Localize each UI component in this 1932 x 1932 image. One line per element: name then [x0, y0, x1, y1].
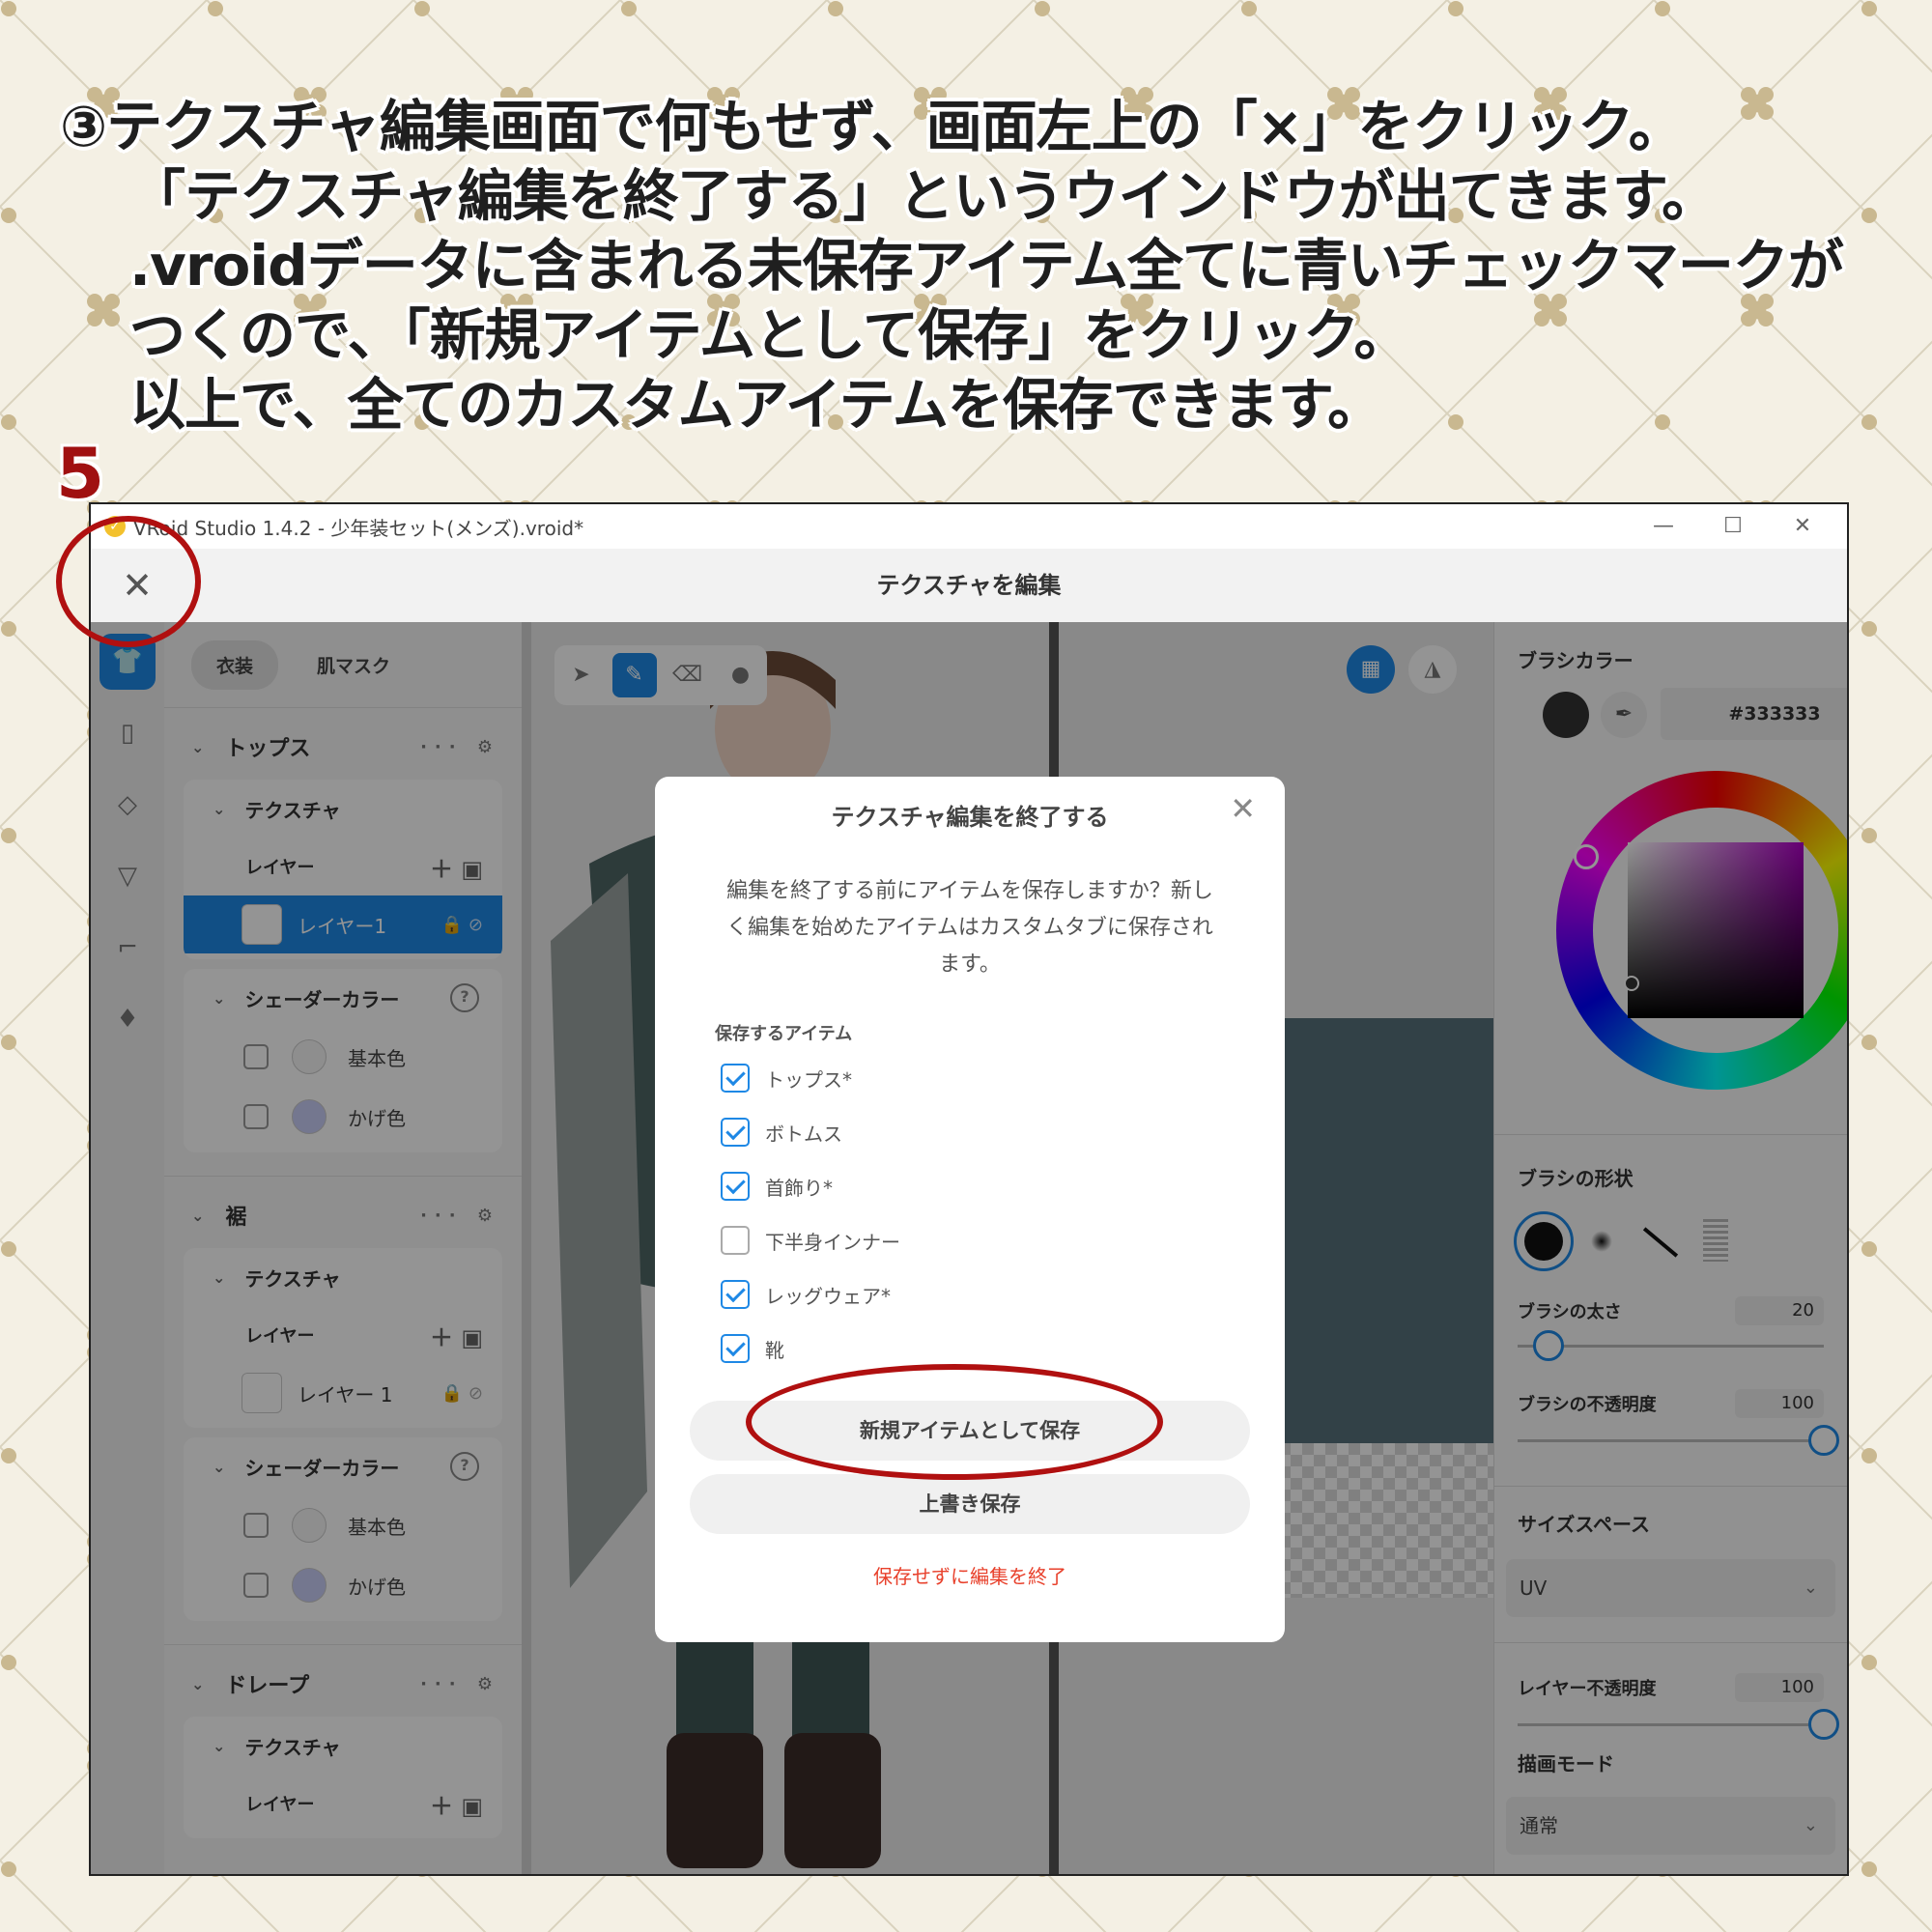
- checkbox-checked[interactable]: [721, 1064, 750, 1093]
- window-title: VRoid Studio 1.4.2 - 少年装セット(メンズ).vroid*: [133, 516, 584, 540]
- item-label: 首飾り*: [765, 1176, 833, 1200]
- dialog-message: 編集を終了する前にアイテムを保存しますか？新し く編集を始めたアイテムはカスタム…: [694, 873, 1246, 983]
- window-controls: — ☐ ✕: [1629, 504, 1837, 549]
- highlight-ring-close: [56, 516, 201, 647]
- instruction-line-1: ③テクスチャ編集画面で何もせず、画面左上の「×」をクリック。: [60, 94, 1685, 159]
- end-edit-dialog: テクスチャ編集を終了する ✕ 編集を終了する前にアイテムを保存しますか？新し く…: [655, 777, 1285, 1642]
- discard-exit-link[interactable]: 保存せずに編集を終了: [655, 1561, 1285, 1589]
- checkbox-checked[interactable]: [721, 1118, 750, 1147]
- instruction-line-4: つくので、「新規アイテムとして保存」をクリック。: [129, 302, 1410, 368]
- minimize-button[interactable]: —: [1629, 504, 1698, 549]
- save-item-inner[interactable]: 下半身インナー: [721, 1221, 900, 1260]
- page-title: テクスチャを編集: [876, 572, 1062, 599]
- dialog-title: テクスチャ編集を終了する: [831, 804, 1109, 831]
- item-label: トップス*: [765, 1067, 852, 1092]
- dialog-message-line: く編集を始めたアイテムはカスタムタブに保存され: [726, 916, 1213, 940]
- instruction-line-2: 「テクスチャ編集を終了する」というウインドウが出てきます。: [129, 163, 1718, 229]
- checkbox-checked[interactable]: [721, 1172, 750, 1201]
- title-bar: ✓ VRoid Studio 1.4.2 - 少年装セット(メンズ).vroid…: [91, 504, 1847, 549]
- save-item-tops[interactable]: トップス*: [721, 1059, 852, 1097]
- window-close-button[interactable]: ✕: [1768, 504, 1837, 549]
- highlight-ring-save-new: [746, 1364, 1163, 1480]
- maximize-button[interactable]: ☐: [1698, 504, 1768, 549]
- item-label: レッグウェア*: [765, 1284, 891, 1308]
- item-label: ボトムス: [765, 1122, 842, 1146]
- overwrite-save-button[interactable]: 上書き保存: [690, 1474, 1250, 1534]
- save-item-shoes[interactable]: 靴: [721, 1329, 784, 1368]
- editor-header: ✕ テクスチャを編集: [91, 549, 1847, 623]
- dialog-close-icon[interactable]: ✕: [1230, 790, 1256, 827]
- item-label: 靴: [765, 1338, 784, 1362]
- save-item-legwear[interactable]: レッグウェア*: [721, 1275, 891, 1314]
- checkbox-unchecked[interactable]: [721, 1226, 750, 1255]
- save-items-label: 保存するアイテム: [715, 1024, 853, 1044]
- checkbox-checked[interactable]: [721, 1280, 750, 1309]
- item-label: 下半身インナー: [765, 1230, 900, 1254]
- save-item-bottoms[interactable]: ボトムス: [721, 1113, 842, 1151]
- app-window: ✓ VRoid Studio 1.4.2 - 少年装セット(メンズ).vroid…: [89, 502, 1849, 1876]
- instructions: ③テクスチャ編集画面で何もせず、画面左上の「×」をクリック。 「テクスチャ編集を…: [60, 92, 1844, 440]
- dialog-message-line: 編集を終了する前にアイテムを保存しますか？新し: [726, 879, 1213, 903]
- instruction-line-3: .vroidデータに含まれる未保存アイテム全てに青いチェックマークが: [129, 233, 1844, 298]
- instruction-line-5: 以上で、全てのカスタムアイテムを保存できます。: [129, 372, 1383, 438]
- checkbox-checked[interactable]: [721, 1334, 750, 1363]
- dialog-message-line: ます。: [939, 952, 1001, 977]
- save-item-necklace[interactable]: 首飾り*: [721, 1167, 833, 1206]
